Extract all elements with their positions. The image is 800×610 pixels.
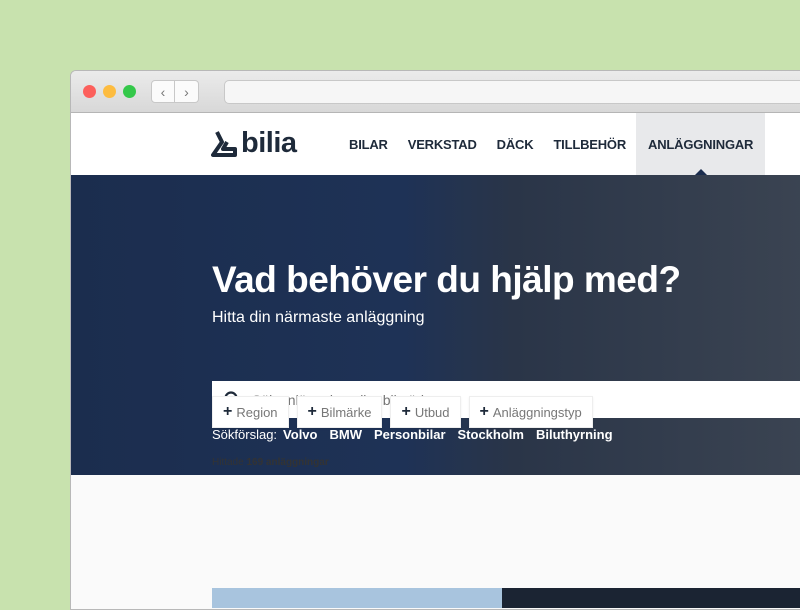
suggestion-volvo[interactable]: Volvo: [283, 427, 317, 442]
plus-icon: +: [307, 403, 317, 420]
filter-label: Utbud: [414, 404, 450, 420]
filter-region[interactable]: + Region: [212, 396, 289, 428]
filter-anlaggningstyp[interactable]: + Anläggningstyp: [468, 396, 593, 428]
filter-utbud[interactable]: + Utbud: [390, 396, 461, 428]
hero-title: Vad behöver du hjälp med?: [212, 259, 681, 300]
nav-tillbehor[interactable]: TILLBEHÖR: [543, 113, 636, 175]
hero-subtitle: Hitta din närmaste anläggning: [212, 309, 425, 326]
filter-bar: + Region + Bilmärke + Utbud + Anläggningstyp: [212, 396, 593, 428]
results-count: Hittade 169 anläggningar: [212, 457, 329, 468]
back-button[interactable]: ‹: [151, 80, 175, 103]
suggestion-bmw[interactable]: BMW: [329, 427, 362, 442]
hero: Vad behöver du hjälp med? Hitta din närm…: [71, 175, 800, 475]
search-suggestions: Sökförslag: Volvo BMW Personbilar Stockh…: [212, 427, 613, 442]
forward-button[interactable]: ›: [175, 80, 199, 103]
nav-dack[interactable]: DÄCK: [487, 113, 544, 175]
logo[interactable]: bilia: [211, 127, 297, 160]
close-button[interactable]: [83, 85, 96, 98]
results-number: 169 anläggningar: [246, 457, 329, 468]
filter-bilmarke[interactable]: + Bilmärke: [296, 396, 383, 428]
plus-icon: +: [479, 403, 489, 420]
address-bar[interactable]: [224, 80, 800, 104]
filter-label: Bilmärke: [320, 404, 372, 420]
filter-label: Anläggningstyp: [492, 404, 582, 420]
maximize-button[interactable]: [123, 85, 136, 98]
nav-anlaggningar[interactable]: ANLÄGGNINGAR: [636, 113, 766, 175]
suggestion-personbilar[interactable]: Personbilar: [374, 427, 446, 442]
results-prefix: Hittade: [212, 457, 244, 468]
card-image: [212, 588, 502, 608]
browser-window: ‹ › bilia BILAR VERKSTAD DÄCK TILLBEHÖR A…: [70, 70, 800, 610]
suggestion-stockholm[interactable]: Stockholm: [458, 427, 524, 442]
bilia-logo-icon: [211, 130, 237, 157]
plus-icon: +: [223, 403, 233, 420]
filter-label: Region: [236, 404, 278, 420]
logo-text: bilia: [241, 127, 297, 159]
main-nav: BILAR VERKSTAD DÄCK TILLBEHÖR ANLÄGGNING…: [339, 113, 766, 175]
plus-icon: +: [401, 403, 411, 420]
result-card[interactable]: [212, 588, 800, 608]
browser-toolbar: ‹ ›: [71, 71, 800, 113]
site-header: bilia BILAR VERKSTAD DÄCK TILLBEHÖR ANLÄ…: [71, 113, 800, 175]
suggestion-biluthyrning[interactable]: Biluthyrning: [536, 427, 613, 442]
nav-bilar[interactable]: BILAR: [339, 113, 398, 175]
nav-verkstad[interactable]: VERKSTAD: [398, 113, 487, 175]
minimize-button[interactable]: [103, 85, 116, 98]
suggestions-label: Sökförslag:: [212, 427, 278, 442]
card-body: [502, 588, 800, 608]
